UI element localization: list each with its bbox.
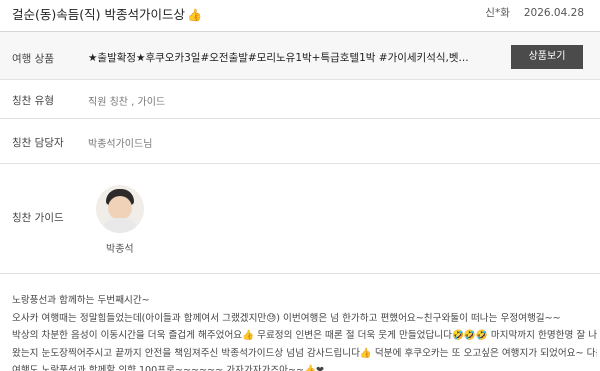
review-title: 걸순(동)속듬(직) 박종석가이드상 👍 <box>12 4 202 23</box>
view-product-button[interactable]: 상품보기 <box>511 45 583 69</box>
review-line: 박상의 차분한 음성이 이동시간을 더욱 즐겁게 해주었어요👍 무료정의 인변은… <box>12 330 597 341</box>
compliment-type-value: 직원 칭찬 , 가이드 <box>88 97 166 108</box>
review-date: 2026.04.28 <box>523 7 584 19</box>
compliment-guide-row: 칭찬 가이드 박종석 <box>0 164 600 274</box>
guide-name: 박종석 <box>106 244 134 255</box>
review-details-table: 여행 상품 ★출발확정★후쿠오카3일#오전출발#모리노유1박+특급호텔1박 #가… <box>0 31 600 274</box>
compliment-type-row: 칭찬 유형 직원 칭찬 , 가이드 <box>0 80 600 119</box>
review-line: 노랑풍선과 함께하는 두번째시간~ <box>12 295 150 306</box>
avatar-shirt-shape <box>102 218 138 233</box>
compliment-staff-value: 박종석가이드님 <box>88 139 153 150</box>
avatar-face-shape <box>108 196 132 220</box>
product-name: ★출발확정★후쿠오카3일#오전출발#모리노유1박+특급호텔1박 #가이세키석식,… <box>88 52 469 64</box>
compliment-type-label: 칭찬 유형 <box>12 95 54 107</box>
review-line: 오사카 여행때는 정말힘들었는데(아이들과 함께여서 그랬겠지만😓) 이번여행은… <box>12 312 561 324</box>
review-line: 왔는지 눈도장찍어주시고 끝까지 안전을 책임져주신 박종석가이드상 넘넘 감사… <box>12 347 597 359</box>
review-body: 노랑풍선과 함께하는 두번째시간~ 오사카 여행때는 정말힘들었는데(아이들과 … <box>12 292 597 371</box>
compliment-staff-row: 칭찬 담당자 박종석가이드님 <box>0 119 600 164</box>
review-title-text: 걸순(동)속듬(직) 박종석가이드상 <box>12 7 185 22</box>
thumbs-up-icon: 👍 <box>186 8 202 22</box>
compliment-guide-label: 칭찬 가이드 <box>12 212 64 224</box>
compliment-staff-label: 칭찬 담당자 <box>12 137 64 149</box>
product-label: 여행 상품 <box>12 53 54 65</box>
review-line: 여행도 노랑풍선과 함께할 의향 100프로~~~~~~ 가자가자가즈아~~👍❤ <box>12 365 325 371</box>
review-meta: 신*화 2026.04.28 <box>485 5 584 20</box>
review-header: 걸순(동)속듬(직) 박종석가이드상 👍 신*화 2026.04.28 <box>0 0 600 24</box>
author-name: 신*화 <box>485 7 510 19</box>
product-row: 여행 상품 ★출발확정★후쿠오카3일#오전출발#모리노유1박+특급호텔1박 #가… <box>0 32 600 80</box>
guide-avatar <box>96 185 144 233</box>
